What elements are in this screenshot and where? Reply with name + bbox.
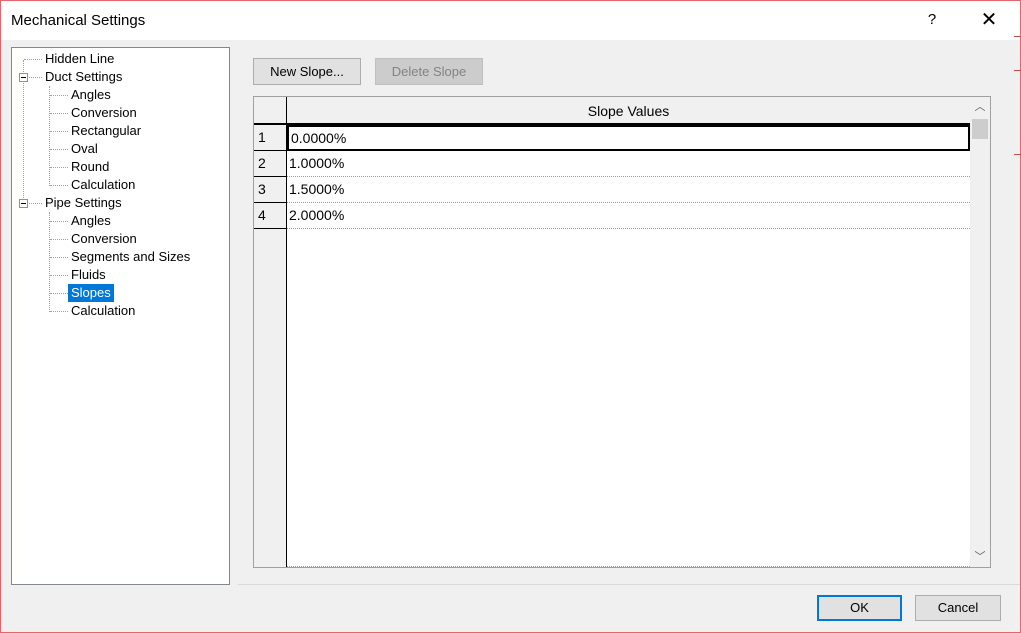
row-header[interactable]: 1 <box>254 125 287 151</box>
tree-item-duct-calculation[interactable]: Calculation <box>12 176 227 194</box>
scroll-down-icon[interactable]: ﹀ <box>970 547 990 567</box>
settings-tree[interactable]: Hidden Line Duct Settings Angles Convers… <box>11 47 230 585</box>
tree-item-duct-rectangular[interactable]: Rectangular <box>12 122 227 140</box>
slope-values-grid[interactable]: Slope Values 1 0.0000% 2 1.0000% 3 1.500… <box>253 96 991 568</box>
tree-line <box>50 167 68 168</box>
tree-item-pipe-calculation[interactable]: Calculation <box>12 302 227 320</box>
tree-line <box>50 95 68 96</box>
row-header[interactable]: 2 <box>254 151 287 177</box>
tree-item-duct-oval[interactable]: Oval <box>12 140 227 158</box>
tree-item-pipe-angles[interactable]: Angles <box>12 212 227 230</box>
scroll-up-icon[interactable]: ︿ <box>970 97 990 117</box>
slope-value-cell[interactable]: 2.0000% <box>287 203 970 229</box>
tree-line <box>50 113 68 114</box>
tree-item-hidden-line[interactable]: Hidden Line <box>12 50 227 68</box>
help-button[interactable]: ? <box>919 5 945 35</box>
tree-item-duct-settings[interactable]: Duct Settings <box>12 68 227 86</box>
tree-line <box>24 59 42 60</box>
tree-item-duct-round[interactable]: Round <box>12 158 227 176</box>
mechanical-settings-dialog: Mechanical Settings ? ✕ Hidden Line Duct… <box>0 0 1021 633</box>
window-title: Mechanical Settings <box>11 12 146 29</box>
new-slope-button[interactable]: New Slope... <box>253 58 361 85</box>
close-icon[interactable]: ✕ <box>976 5 1002 35</box>
ok-button[interactable]: OK <box>817 595 902 621</box>
delete-slope-button[interactable]: Delete Slope <box>375 58 483 85</box>
tree-item-label: Calculation <box>71 303 136 318</box>
tree-item-label: Round <box>71 159 110 174</box>
tree-line <box>50 257 68 258</box>
tree-line <box>50 185 68 186</box>
tree-line <box>50 293 68 294</box>
title-bar: Mechanical Settings ? ✕ <box>1 1 1020 40</box>
tree-item-label: Oval <box>71 141 98 156</box>
tree-item-label: Rectangular <box>71 123 142 138</box>
tree-item-label: Slopes <box>68 284 114 302</box>
edge-mark <box>1014 154 1021 155</box>
tree-line <box>50 221 68 222</box>
collapse-icon[interactable] <box>19 199 28 208</box>
slope-value-cell[interactable]: 0.0000% <box>287 125 970 151</box>
tree-line <box>50 275 68 276</box>
tree-line <box>50 131 68 132</box>
edge-mark <box>1014 36 1021 37</box>
tree-item-label: Segments and Sizes <box>71 249 191 264</box>
grid-corner <box>254 97 287 125</box>
scroll-thumb[interactable] <box>972 119 988 139</box>
cancel-button[interactable]: Cancel <box>915 595 1001 621</box>
tree-line <box>50 311 68 312</box>
tree-item-pipe-settings[interactable]: Pipe Settings <box>12 194 227 212</box>
edge-mark <box>1014 70 1021 71</box>
tree-item-label: Fluids <box>71 267 106 282</box>
tree-item-label: Pipe Settings <box>45 195 122 210</box>
tree-item-pipe-slopes[interactable]: Slopes <box>12 284 227 302</box>
column-header-slope-values[interactable]: Slope Values <box>287 97 970 125</box>
tree-line <box>29 203 42 204</box>
tree-line <box>29 77 42 78</box>
slope-value-cell[interactable]: 1.0000% <box>287 151 970 177</box>
collapse-icon[interactable] <box>19 73 28 82</box>
footer-separator <box>238 584 1020 585</box>
tree-item-pipe-segments-and-sizes[interactable]: Segments and Sizes <box>12 248 227 266</box>
tree-item-label: Duct Settings <box>45 69 123 84</box>
tree-item-duct-angles[interactable]: Angles <box>12 86 227 104</box>
tree-item-label: Conversion <box>71 105 137 120</box>
tree-item-pipe-fluids[interactable]: Fluids <box>12 266 227 284</box>
tree-item-label: Angles <box>71 213 111 228</box>
tree-line <box>50 149 68 150</box>
vertical-scrollbar[interactable]: ︿ ﹀ <box>970 97 990 567</box>
tree-item-label: Angles <box>71 87 111 102</box>
tree-item-label: Hidden Line <box>45 51 115 66</box>
tree-item-label: Conversion <box>71 231 137 246</box>
grid-empty-area <box>287 229 970 567</box>
row-header[interactable]: 3 <box>254 177 287 203</box>
tree-item-label: Calculation <box>71 177 136 192</box>
row-header[interactable]: 4 <box>254 203 287 229</box>
tree-line <box>50 239 68 240</box>
tree-item-duct-conversion[interactable]: Conversion <box>12 104 227 122</box>
grid-body: Slope Values 1 0.0000% 2 1.0000% 3 1.500… <box>254 97 970 567</box>
tree-item-pipe-conversion[interactable]: Conversion <box>12 230 227 248</box>
slope-value-cell[interactable]: 1.5000% <box>287 177 970 203</box>
